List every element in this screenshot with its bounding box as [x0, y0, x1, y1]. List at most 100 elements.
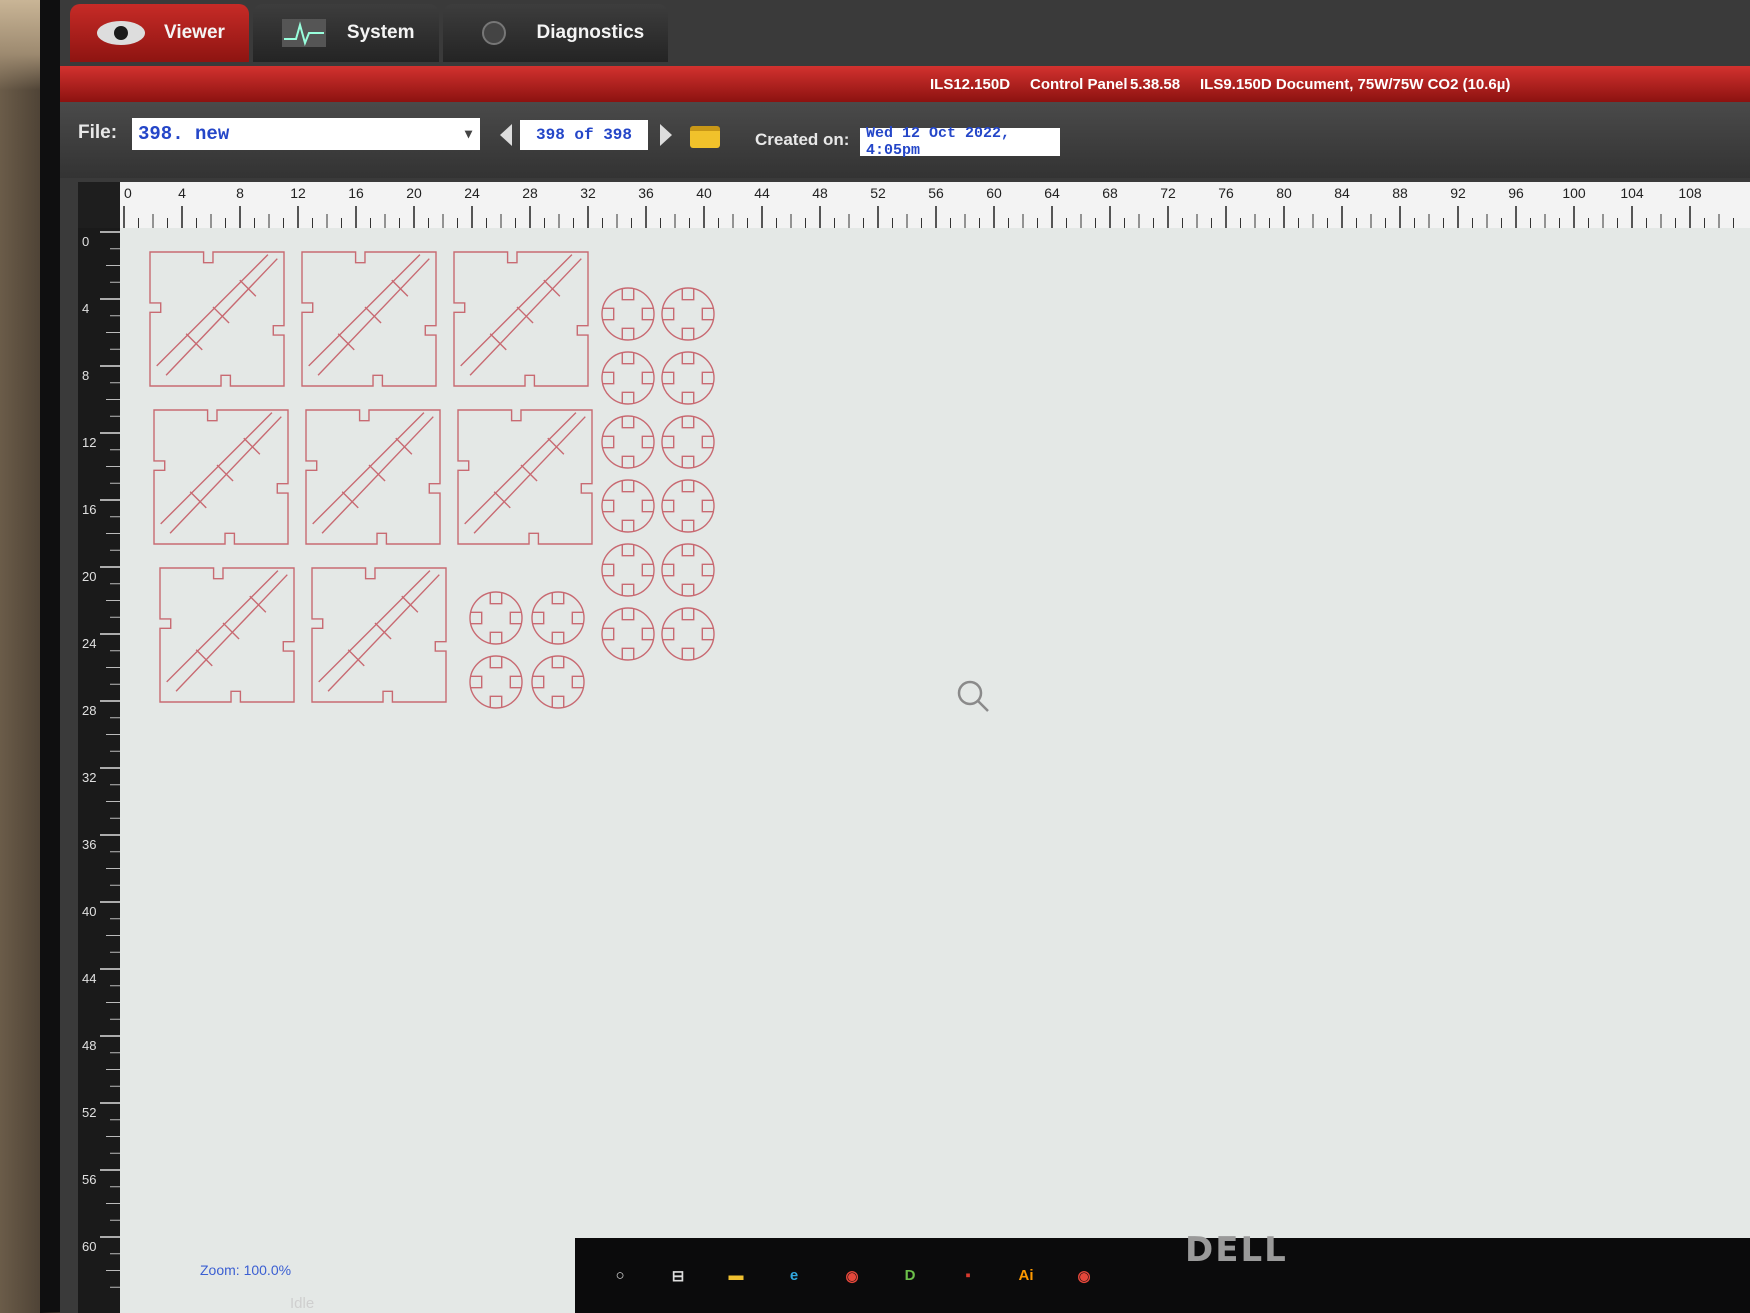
tab-bar: Viewer System Diagnostics [70, 4, 672, 66]
chrome-2-icon[interactable]: ◉ [1069, 1261, 1099, 1291]
toolbar: File: 398. new ▾ 398 of 398 Created on: … [60, 102, 1750, 178]
round-connector-outline [661, 415, 715, 469]
model-label: ILS12.150D [930, 76, 1011, 93]
square-piece-outline [301, 251, 437, 387]
created-date: Wed 12 Oct 2022, 4:05pm [860, 125, 1060, 159]
vertical-ruler-scale: 04812162024283236404448525660 [82, 231, 120, 1288]
windows-taskbar: ○ ⊟ ▬ e ◉ D ▪ Ai ◉ [575, 1238, 1750, 1313]
hruler-label: 64 [1044, 185, 1060, 201]
round-connector-outline [601, 543, 655, 597]
vruler-label: 48 [82, 1038, 96, 1053]
job-canvas[interactable] [120, 228, 1750, 1313]
edge-icon[interactable]: e [779, 1261, 809, 1291]
control-panel-label: Control Panel [1030, 76, 1128, 93]
round-connector-outline [601, 415, 655, 469]
hruler-label: 48 [812, 185, 828, 201]
round-connector-outline [469, 591, 523, 645]
search-circle-icon[interactable]: ○ [605, 1261, 635, 1291]
hruler-label: 0 [124, 185, 132, 201]
round-connector-outline [661, 351, 715, 405]
vruler-label: 28 [82, 703, 96, 718]
round-connector-outline [531, 591, 585, 645]
hruler-label: 8 [236, 185, 244, 201]
vruler-label: 20 [82, 569, 96, 584]
tab-diagnostics[interactable]: Diagnostics [442, 4, 669, 62]
created-date-text: Wed 12 Oct 2022, 4:05pm [866, 125, 1011, 159]
tab-viewer[interactable]: Viewer [70, 4, 249, 62]
round-connector-outline [469, 655, 523, 709]
round-connector-outline [601, 287, 655, 341]
round-connector-outline [601, 607, 655, 661]
version-label: 5.38.58 [1130, 76, 1181, 93]
hruler-label: 88 [1392, 185, 1408, 201]
prev-arrow-icon[interactable] [500, 124, 512, 146]
hruler-label: 108 [1678, 185, 1702, 201]
vruler-label: 56 [82, 1172, 96, 1187]
hruler-label: 52 [870, 185, 886, 201]
round-connector-outline [661, 479, 715, 533]
round-connector-outline [601, 351, 655, 405]
chevron-down-icon: ▾ [464, 126, 472, 143]
round-connector-outline [531, 655, 585, 709]
document-label: ILS9.150D Document, 75W/75W CO2 (10.6µ) [1200, 76, 1511, 93]
hruler-label: 24 [464, 185, 480, 201]
vruler-label: 24 [82, 636, 96, 651]
round-connector-outline [601, 479, 655, 533]
file-select-value: 398. new [138, 123, 230, 145]
horizontal-ruler-scale: 0 4 8 12 16 20 24 28 32 36 40 44 48 52 56 60 64 68 72 76 80 8… [123, 185, 1734, 228]
tab-system-label: System [346, 22, 415, 43]
round-connector-outline [661, 607, 715, 661]
open-folder-icon[interactable] [690, 126, 720, 148]
vruler-label: 32 [82, 770, 96, 785]
illustrator-icon[interactable]: Ai [1011, 1261, 1041, 1291]
hruler-label: 56 [928, 185, 944, 201]
chrome-icon[interactable]: ◉ [837, 1261, 867, 1291]
status-text: Idle [290, 1295, 315, 1312]
hruler-label: 96 [1508, 185, 1524, 201]
next-arrow-icon[interactable] [660, 124, 672, 146]
vertical-ruler: 0 4 8 12 16 20 24 28 32 36 40 44 48 52 56 60 [78, 228, 120, 1313]
vruler-label: 12 [82, 435, 96, 450]
eye-icon [94, 18, 148, 48]
hruler-label: 32 [580, 185, 596, 201]
zoom-level: Zoom: 100.0% [200, 1262, 292, 1278]
file-explorer-icon[interactable]: ▬ [721, 1261, 751, 1291]
hruler-label: 72 [1160, 185, 1176, 201]
viewer-frame: 0 4 8 12 16 20 24 28 32 36 40 44 48 52 56 60 64 68 72 76 80 8… [78, 182, 1750, 1313]
pdf-icon[interactable]: ▪ [953, 1261, 983, 1291]
square-piece-outline [159, 567, 295, 703]
hruler-label: 20 [406, 185, 422, 201]
created-label: Created on: [755, 130, 850, 149]
hruler-label: 80 [1276, 185, 1292, 201]
vruler-label: 60 [82, 1239, 96, 1254]
hruler-label: 84 [1334, 185, 1350, 201]
vruler-label: 8 [82, 368, 89, 383]
vruler-label: 44 [82, 971, 96, 986]
vruler-label: 40 [82, 904, 96, 919]
hruler-label: 104 [1620, 185, 1644, 201]
vruler-label: 0 [82, 234, 89, 249]
monitor-screen: Viewer System Diagnostics ILS12.150D Con… [60, 0, 1750, 1313]
hruler-label: 4 [178, 185, 186, 201]
page-counter: 398 of 398 [520, 120, 648, 150]
tab-viewer-label: Viewer [164, 22, 225, 43]
hruler-label: 28 [522, 185, 538, 201]
hruler-label: 16 [348, 185, 364, 201]
file-select[interactable]: 398. new ▾ [132, 118, 480, 150]
hruler-label: 76 [1218, 185, 1234, 201]
square-piece-outline [457, 409, 593, 545]
magnifier-cursor-icon [957, 680, 989, 712]
square-piece-outline [153, 409, 289, 545]
task-view-icon[interactable]: ⊟ [663, 1261, 693, 1291]
app-d-icon[interactable]: D [895, 1261, 925, 1291]
file-label: File: [78, 122, 118, 143]
vruler-label: 52 [82, 1105, 96, 1120]
horizontal-ruler: 0 4 8 12 16 20 24 28 32 36 40 44 48 52 56 60 64 68 72 76 80 8… [120, 182, 1750, 228]
hruler-label: 12 [290, 185, 306, 201]
hruler-label: 40 [696, 185, 712, 201]
dell-logo: DELL [1185, 1230, 1288, 1270]
pulse-icon [277, 18, 331, 48]
header-bar: ILS12.150D Control Panel 5.38.58 ILS9.15… [60, 66, 1750, 102]
tab-system[interactable]: System [252, 4, 439, 62]
hruler-label: 92 [1450, 185, 1466, 201]
